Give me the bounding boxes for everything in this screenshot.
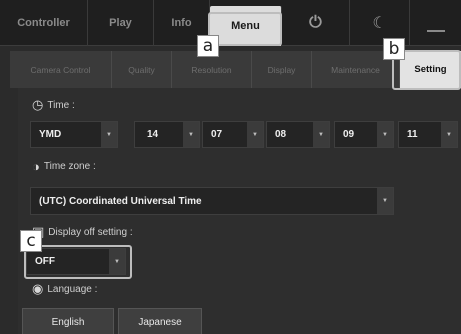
time-field-4-select[interactable]: 09 ▼ <box>334 121 394 148</box>
tab-controller[interactable]: Controller <box>0 0 88 46</box>
subtab-maintenance-label: Maintenance <box>331 64 380 75</box>
subtab-display[interactable]: Display <box>252 51 312 88</box>
display-off-label-text: Display off setting : <box>48 226 133 238</box>
time-format-select[interactable]: YMD ▼ <box>30 121 118 148</box>
time-format-value: YMD <box>39 129 62 140</box>
chevron-down-icon: ▼ <box>101 122 117 147</box>
chevron-down-icon: ▼ <box>183 122 199 147</box>
callout-a-highlight <box>208 12 282 46</box>
japanese-button[interactable]: Japanese <box>118 308 202 334</box>
subtab-camera-control-label: Camera Control <box>30 64 91 75</box>
time-field-4-value: 09 <box>343 129 355 140</box>
tab-play[interactable]: Play <box>88 0 154 46</box>
settings-panel: ◷ Time : YMD ▼ 14 ▼ 07 ▼ 08 ▼ 09 ▼ 11 ▼ <box>18 88 461 334</box>
subtab-resolution-label: Resolution <box>191 64 232 75</box>
time-field-5-value: 11 <box>407 129 418 140</box>
tab-power[interactable]: ⏻ <box>282 0 350 46</box>
subtab-camera-control[interactable]: Camera Control <box>10 51 112 88</box>
time-field-2-value: 07 <box>211 129 223 140</box>
japanese-button-label: Japanese <box>138 316 182 328</box>
time-field-5-select[interactable]: 11 ▼ <box>398 121 458 148</box>
english-button-label: English <box>51 316 85 328</box>
callout-c-letter: c <box>26 231 36 251</box>
language-label: ◉ Language : <box>32 280 97 298</box>
chevron-down-icon: ▼ <box>247 122 263 147</box>
subtab-quality[interactable]: Quality <box>112 51 172 88</box>
english-button[interactable]: English <box>22 308 114 334</box>
globe-clock-icon: ◑ <box>32 158 40 174</box>
timezone-label: ◑ Time zone : <box>32 157 96 175</box>
chevron-down-icon: ▼ <box>313 122 329 147</box>
power-icon: ⏻ <box>309 14 322 31</box>
minimize-icon <box>426 30 445 32</box>
tab-info-label: Info <box>171 17 192 29</box>
tab-play-label: Play <box>109 17 132 29</box>
language-label-text: Language : <box>47 283 98 295</box>
speech-globe-icon: ◉ <box>32 281 44 296</box>
tab-controller-label: Controller <box>17 17 70 29</box>
subtab-display-label: Display <box>267 64 296 75</box>
chevron-down-icon: ▼ <box>377 122 393 147</box>
time-label-text: Time : <box>47 99 75 111</box>
time-label: ◷ Time : <box>32 96 75 114</box>
callout-c-tag: c <box>20 230 42 252</box>
moon-icon: ☾ <box>372 15 387 32</box>
time-field-3-select[interactable]: 08 ▼ <box>266 121 330 148</box>
display-off-label: ▣ Display off setting : <box>32 223 133 241</box>
time-field-1-select[interactable]: 14 ▼ <box>134 121 200 148</box>
time-field-1-value: 14 <box>147 129 159 140</box>
chevron-down-icon: ▼ <box>377 188 393 214</box>
callout-a-letter: a <box>202 36 214 56</box>
time-field-2-select[interactable]: 07 ▼ <box>202 121 264 148</box>
timezone-select[interactable]: (UTC) Coordinated Universal Time ▼ <box>30 187 394 215</box>
settings-window: Controller Play Info Menu ⏻ ☾ Camera Con… <box>0 0 461 334</box>
callout-b-letter: b <box>388 39 400 59</box>
callout-a-tag: a <box>197 35 219 57</box>
subtab-quality-label: Quality <box>128 64 155 75</box>
timezone-value: (UTC) Coordinated Universal Time <box>39 195 202 207</box>
callout-b-tag: b <box>383 38 405 60</box>
timezone-label-text: Time zone : <box>43 160 96 172</box>
tab-minimize[interactable] <box>410 0 461 46</box>
time-field-3-value: 08 <box>275 129 287 140</box>
clock-gear-icon: ◷ <box>32 97 44 112</box>
chevron-down-icon: ▼ <box>441 122 457 147</box>
